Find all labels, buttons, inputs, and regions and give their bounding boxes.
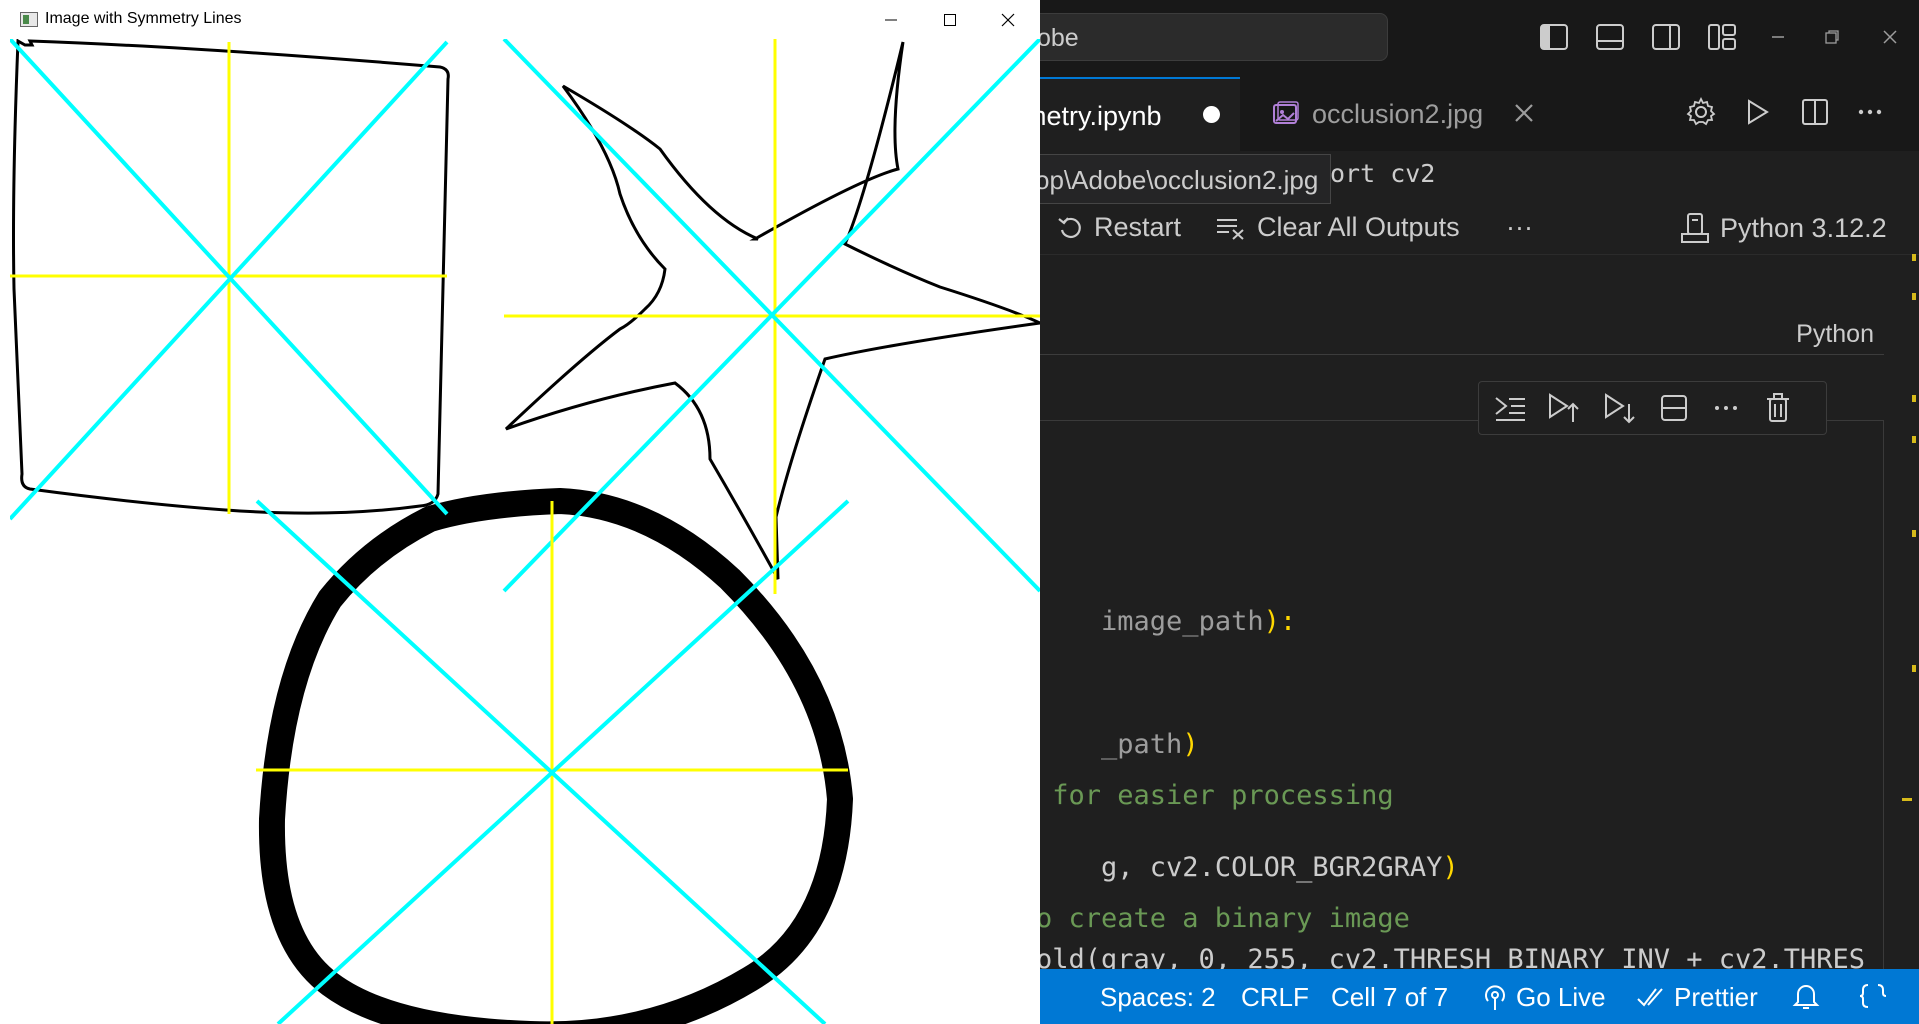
code-param: image_path bbox=[1101, 606, 1264, 637]
prettier-status[interactable]: Prettier bbox=[1636, 982, 1758, 1013]
go-live-button[interactable]: Go Live bbox=[1482, 982, 1606, 1013]
broadcast-icon bbox=[1485, 984, 1505, 1010]
run-by-line-icon[interactable] bbox=[1491, 389, 1529, 427]
restore-icon[interactable] bbox=[1812, 18, 1852, 56]
toolbar-more-label: ··· bbox=[1506, 212, 1533, 242]
eol-status[interactable]: CRLF bbox=[1241, 982, 1309, 1013]
code-line-comment[interactable]: o create a binary image bbox=[1036, 903, 1410, 934]
notebook-toolbar: Restart Clear All Outputs ··· Python 3.1… bbox=[1000, 204, 1919, 255]
clear-outputs-button[interactable]: Clear All Outputs bbox=[1215, 212, 1460, 243]
close-icon[interactable] bbox=[980, 0, 1036, 39]
circle-shape bbox=[258, 487, 854, 1024]
tab-label: occlusion2.jpg bbox=[1312, 99, 1484, 129]
unsaved-dot-icon[interactable] bbox=[1203, 106, 1220, 123]
indentation-status[interactable]: Spaces: 2 bbox=[1100, 982, 1216, 1013]
search-text: obe bbox=[1037, 24, 1079, 52]
maximize-icon[interactable] bbox=[922, 0, 978, 39]
cell-status[interactable]: Cell 7 of 7 bbox=[1331, 982, 1448, 1013]
toolbar-more-button[interactable]: ··· bbox=[1506, 212, 1533, 243]
code-token: ) bbox=[1182, 729, 1199, 760]
customize-layout-icon[interactable] bbox=[1703, 18, 1741, 56]
cell-more-icon[interactable] bbox=[1707, 389, 1745, 427]
double-check-icon bbox=[1637, 987, 1663, 1007]
cell-toolbar bbox=[1478, 381, 1827, 435]
execute-below-icon[interactable] bbox=[1601, 389, 1639, 427]
cell-label: Cell 7 of 7 bbox=[1331, 982, 1449, 1012]
code-line-comment[interactable]: for easier processing bbox=[1036, 780, 1393, 811]
tab-label: metry.ipynb bbox=[1024, 101, 1162, 131]
gutter-mark bbox=[1912, 254, 1916, 261]
gutter-mark bbox=[1912, 436, 1916, 443]
delete-cell-icon[interactable] bbox=[1759, 389, 1797, 427]
image-file-icon bbox=[1272, 101, 1300, 132]
prettier-label: Prettier bbox=[1674, 982, 1758, 1012]
restart-button[interactable]: Restart bbox=[1056, 212, 1181, 243]
app-icon bbox=[20, 12, 38, 27]
notifications-bell-icon[interactable] bbox=[1792, 982, 1820, 1010]
gutter-mark bbox=[1912, 395, 1916, 402]
braces-icon[interactable] bbox=[1858, 982, 1888, 1010]
kernel-label: Python 3.12.2 bbox=[1720, 212, 1887, 243]
image-canvas bbox=[10, 39, 1040, 1024]
code-token: ): bbox=[1263, 606, 1297, 637]
restart-label: Restart bbox=[1094, 212, 1182, 242]
eol-label: CRLF bbox=[1241, 982, 1309, 1012]
file-path-tooltip: op\Adobe\occlusion2.jpg bbox=[1022, 154, 1332, 204]
close-window-icon[interactable] bbox=[1870, 18, 1910, 56]
split-editor-icon[interactable] bbox=[1795, 92, 1835, 132]
import-code: ort cv2 bbox=[1330, 159, 1436, 188]
indentation-label: Spaces: 2 bbox=[1100, 982, 1216, 1012]
split-cell-icon[interactable] bbox=[1655, 389, 1693, 427]
tab-occlusion-image[interactable]: occlusion2.jpg bbox=[1242, 77, 1552, 151]
cell-language-label[interactable]: Python bbox=[1796, 320, 1874, 349]
gutter-mark bbox=[1912, 293, 1916, 300]
clear-outputs-label: Clear All Outputs bbox=[1257, 212, 1460, 242]
window-title: Image with Symmetry Lines bbox=[45, 10, 242, 27]
command-center-search[interactable]: obe bbox=[1000, 13, 1388, 61]
code-token: g, cv2.COLOR_BGR2GRAY bbox=[1101, 852, 1443, 883]
settings-gear-icon[interactable] bbox=[1681, 92, 1721, 132]
code-line-cvtcolor[interactable]: g, cv2.COLOR_BGR2GRAY) bbox=[1036, 821, 1459, 914]
gutter-mark bbox=[1902, 798, 1912, 801]
gutter-mark bbox=[1912, 530, 1916, 537]
toggle-primary-sidebar-icon[interactable] bbox=[1535, 18, 1573, 56]
code-line-signature[interactable]: image_path): bbox=[1036, 575, 1296, 668]
restart-icon bbox=[1058, 216, 1081, 238]
more-actions-icon[interactable] bbox=[1850, 92, 1890, 132]
code-token: ) bbox=[1442, 852, 1459, 883]
symmetry-image bbox=[10, 39, 1040, 1024]
go-live-label: Go Live bbox=[1516, 982, 1606, 1012]
code-token: _path bbox=[1101, 729, 1183, 760]
minimize-icon[interactable] bbox=[1758, 18, 1798, 56]
toggle-secondary-sidebar-icon[interactable] bbox=[1647, 18, 1685, 56]
code-line-call[interactable]: _path) bbox=[1036, 698, 1199, 791]
toggle-panel-icon[interactable] bbox=[1591, 18, 1629, 56]
minimize-icon[interactable] bbox=[863, 0, 919, 39]
kernel-icon bbox=[1681, 213, 1709, 243]
clear-outputs-icon bbox=[1217, 218, 1244, 240]
image-window[interactable]: Image with Symmetry Lines bbox=[0, 0, 1040, 1024]
close-tab-icon[interactable] bbox=[1512, 101, 1536, 130]
kernel-picker[interactable]: Python 3.12.2 bbox=[1680, 212, 1887, 244]
run-icon[interactable] bbox=[1737, 92, 1777, 132]
gutter-mark bbox=[1912, 665, 1916, 672]
execute-above-icon[interactable] bbox=[1545, 389, 1583, 427]
image-window-titlebar[interactable]: Image with Symmetry Lines bbox=[0, 0, 1040, 39]
previous-cell[interactable]: Python bbox=[1000, 258, 1884, 355]
